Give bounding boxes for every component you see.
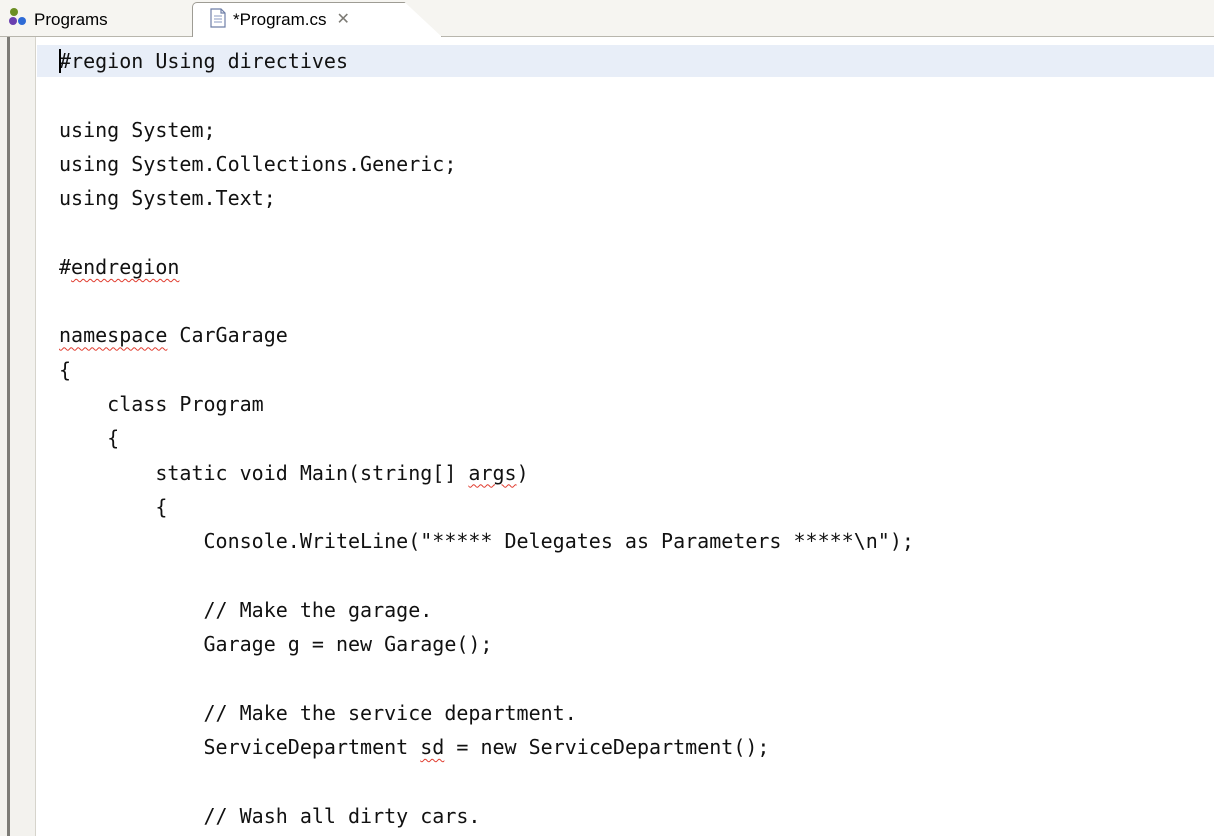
text-caret <box>59 49 61 73</box>
code-line: using System.Collections.Generic; <box>59 151 457 176</box>
code-line: // Make the service department. <box>59 700 577 725</box>
spelling-squiggle: namespace <box>59 323 168 348</box>
file-icon <box>209 7 227 33</box>
code-line: #endregion <box>59 254 180 279</box>
code-line: { <box>59 494 168 519</box>
tab-programs[interactable]: Programs <box>0 2 190 37</box>
code-line: class Program <box>59 392 264 416</box>
editor-tab-bar: Programs *Program.cs ✕ <box>0 0 1214 37</box>
tab-program-cs[interactable]: *Program.cs ✕ <box>192 2 442 37</box>
tab-programs-label: Programs <box>34 9 108 29</box>
code-line: ServiceDepartment sd = new ServiceDepart… <box>59 735 770 759</box>
code-line: { <box>59 426 120 451</box>
editor-left-ruler <box>0 37 36 836</box>
close-icon[interactable]: ✕ <box>337 12 350 28</box>
code-line: { <box>59 357 72 382</box>
spelling-squiggle: endregion <box>71 254 180 279</box>
spelling-squiggle: args <box>468 460 517 485</box>
code-line: Console.WriteLine("***** Delegates as Pa… <box>59 529 914 554</box>
code-editor[interactable]: #region Using directives using System; usi… <box>0 37 1214 836</box>
code-line: Garage g = new Garage(); <box>59 632 493 657</box>
code-line: static void Main(string[] args) <box>59 460 529 485</box>
code-line: using System.Text; <box>59 186 276 211</box>
spelling-squiggle: sd <box>420 735 445 759</box>
programs-icon <box>8 7 28 32</box>
code-line: // Make the garage. <box>59 597 433 622</box>
code-line: // Wash all dirty cars. <box>59 803 481 828</box>
code-line: #region Using directives <box>59 49 348 73</box>
code-line: using System; <box>59 117 216 142</box>
tab-program-cs-label: *Program.cs <box>233 10 327 29</box>
code-line: namespace CarGarage <box>59 323 288 348</box>
